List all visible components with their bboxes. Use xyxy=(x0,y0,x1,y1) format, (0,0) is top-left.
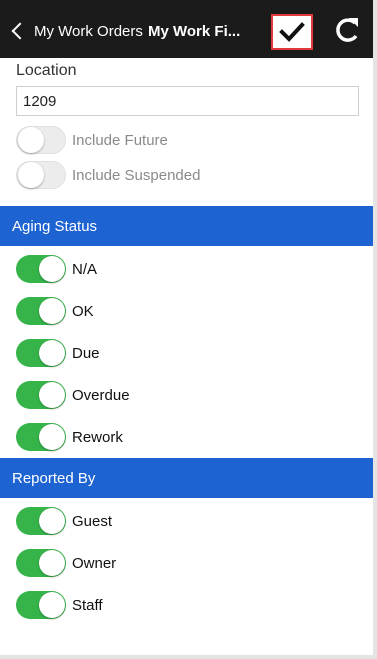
save-button[interactable] xyxy=(271,14,313,50)
phone-frame: My Work Orders My Work Fi... Location In… xyxy=(0,0,377,659)
chevron-left-icon xyxy=(11,22,29,40)
aging-rework-toggle[interactable] xyxy=(16,423,66,451)
include-future-row[interactable]: Include Future xyxy=(16,125,168,155)
reported-guest-label: Guest xyxy=(72,512,113,530)
aging-na-label: N/A xyxy=(72,260,98,278)
aging-rework-label: Rework xyxy=(72,428,123,446)
top-bar: My Work Orders My Work Fi... xyxy=(0,0,373,58)
back-button[interactable]: My Work Orders xyxy=(10,19,143,43)
include-future-toggle[interactable] xyxy=(16,126,66,154)
aging-na-toggle[interactable] xyxy=(16,255,66,283)
reported-guest-row[interactable]: Guest xyxy=(16,506,112,536)
reported-owner-row[interactable]: Owner xyxy=(16,548,116,578)
aging-overdue-toggle[interactable] xyxy=(16,381,66,409)
back-label: My Work Orders xyxy=(34,22,143,40)
aging-due-label: Due xyxy=(72,344,100,362)
aging-ok-row[interactable]: OK xyxy=(16,296,94,326)
reported-by-header: Reported By xyxy=(0,458,373,498)
aging-ok-toggle[interactable] xyxy=(16,297,66,325)
reported-owner-toggle[interactable] xyxy=(16,549,66,577)
checkmark-icon xyxy=(279,22,305,42)
aging-na-row[interactable]: N/A xyxy=(16,254,97,284)
aging-ok-label: OK xyxy=(72,302,94,320)
aging-overdue-row[interactable]: Overdue xyxy=(16,380,130,410)
refresh-icon xyxy=(336,18,358,42)
include-future-label: Include Future xyxy=(72,131,168,149)
location-label: Location xyxy=(16,62,77,79)
aging-due-toggle[interactable] xyxy=(16,339,66,367)
page-title: My Work Fi... xyxy=(148,23,241,40)
refresh-button[interactable] xyxy=(333,14,363,46)
reported-staff-toggle[interactable] xyxy=(16,591,66,619)
reported-staff-row[interactable]: Staff xyxy=(16,590,103,620)
aging-rework-row[interactable]: Rework xyxy=(16,422,123,452)
include-suspended-row[interactable]: Include Suspended xyxy=(16,160,200,190)
aging-status-header: Aging Status xyxy=(0,206,373,246)
reported-guest-toggle[interactable] xyxy=(16,507,66,535)
aging-due-row[interactable]: Due xyxy=(16,338,100,368)
include-suspended-toggle[interactable] xyxy=(16,161,66,189)
aging-overdue-label: Overdue xyxy=(72,386,130,404)
reported-owner-label: Owner xyxy=(72,554,117,572)
reported-staff-label: Staff xyxy=(72,596,103,614)
include-suspended-label: Include Suspended xyxy=(72,166,201,184)
location-input[interactable] xyxy=(16,86,359,116)
